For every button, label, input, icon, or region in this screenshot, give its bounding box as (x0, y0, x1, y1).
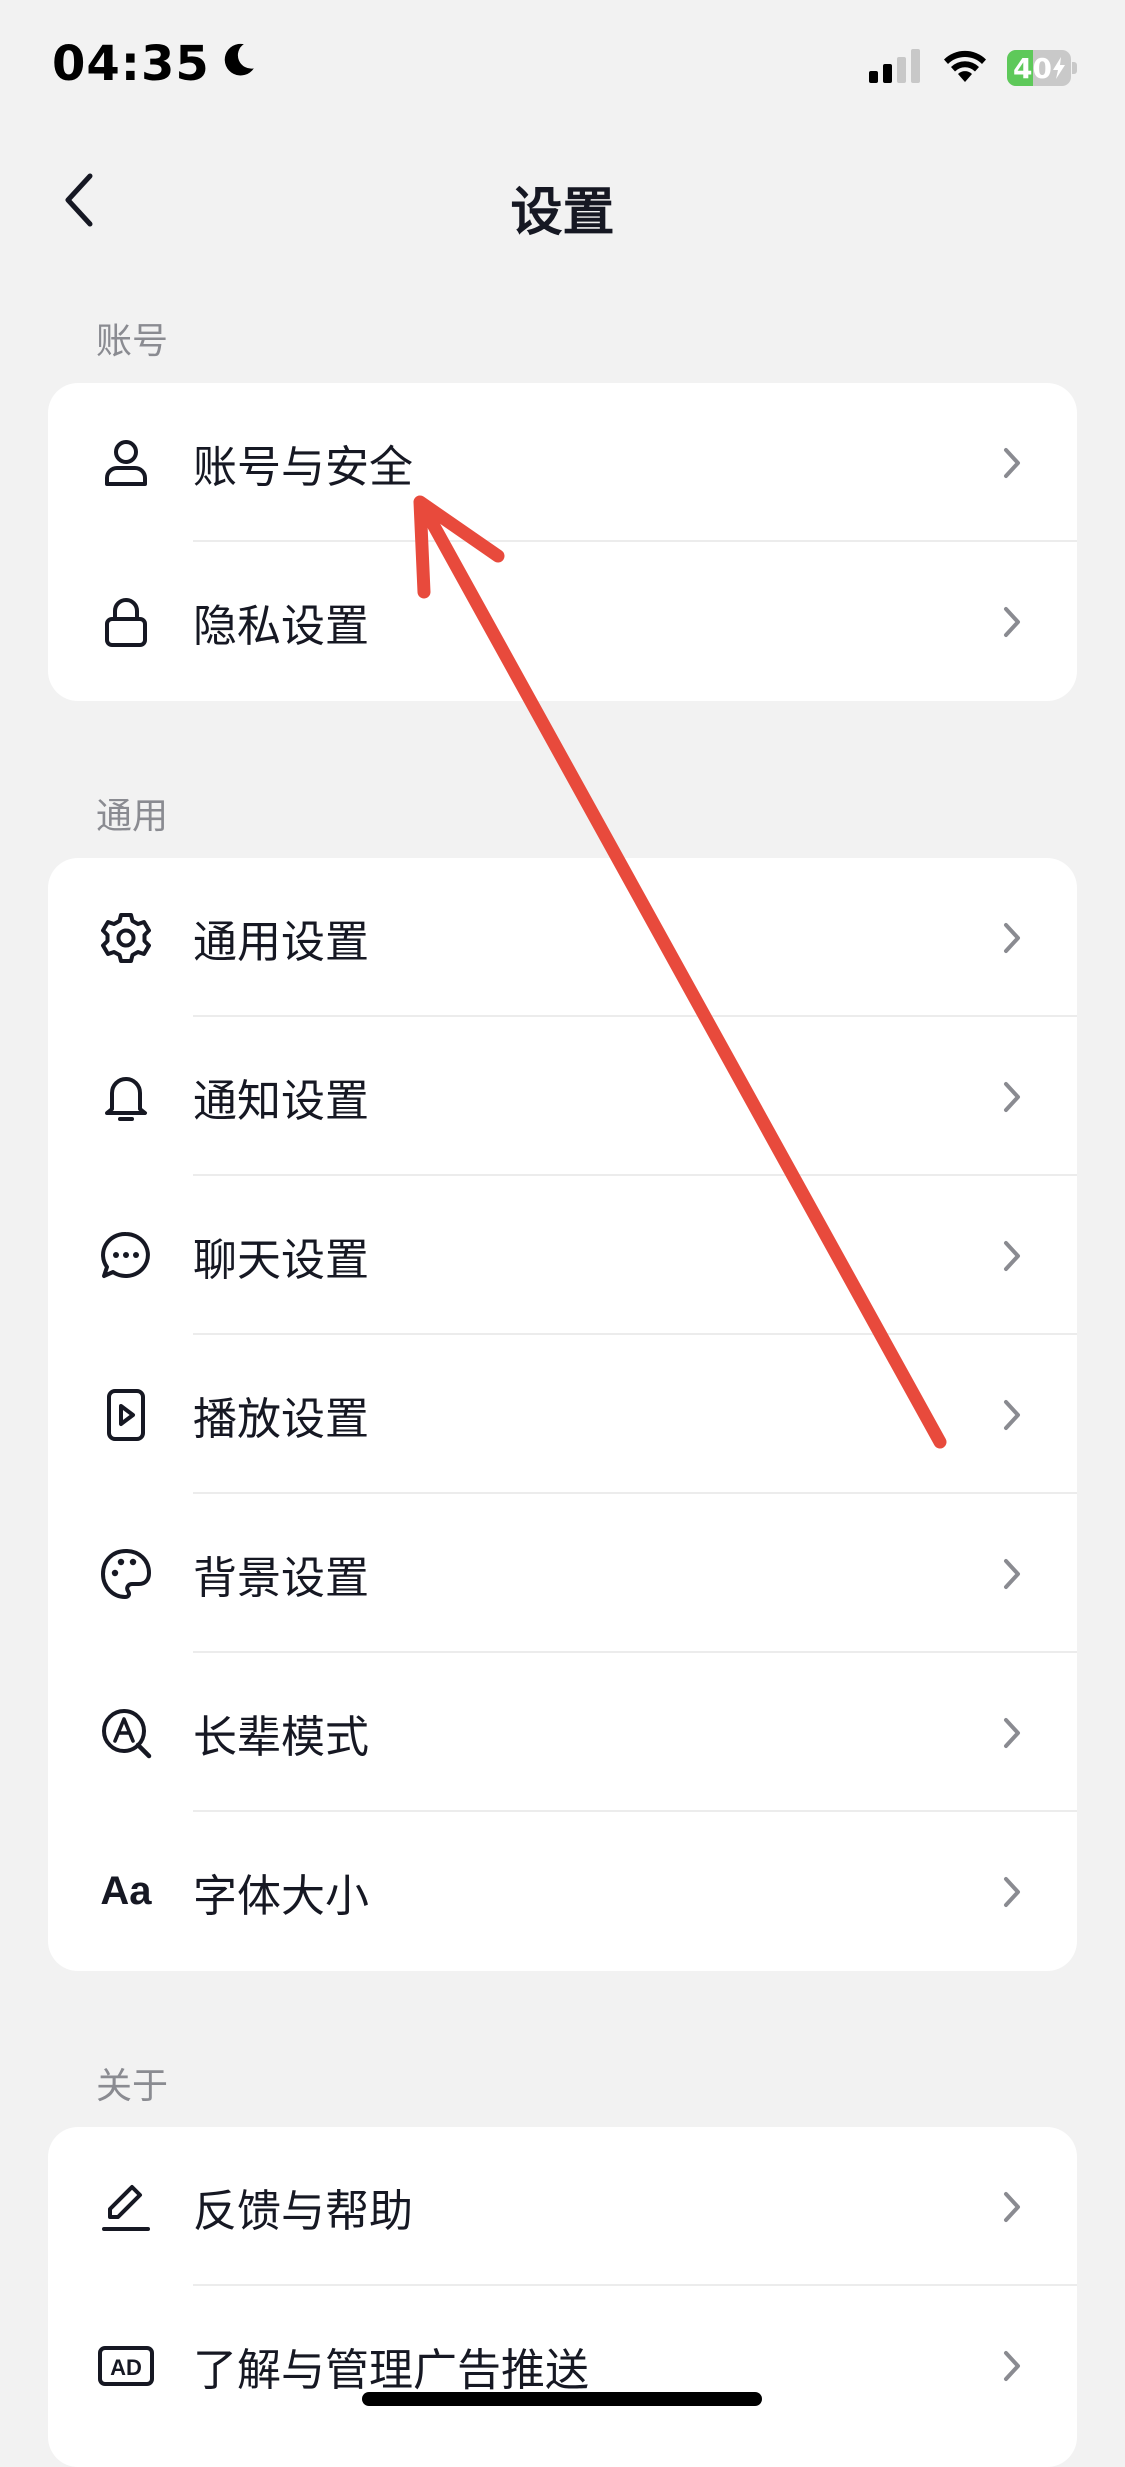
status-time: 04:35 (52, 36, 258, 92)
font-size-icon: Aa (98, 1864, 154, 1920)
ad-icon-text: AD (110, 2355, 142, 2380)
cellular-signal-icon (869, 49, 923, 87)
row-label-privacy-settings: 隐私设置 (193, 600, 369, 652)
chevron-right-icon (997, 602, 1027, 642)
chevron-right-icon (997, 2346, 1027, 2386)
status-time-text: 04:35 (52, 36, 210, 92)
row-label-playback-settings: 播放设置 (193, 1393, 369, 1445)
user-icon (98, 435, 154, 491)
row-label-notification-settings: 通知设置 (193, 1075, 369, 1127)
row-elder-mode[interactable]: 长辈模式 (48, 1653, 1077, 1812)
home-indicator[interactable] (362, 2392, 762, 2406)
row-label-elder-mode: 长辈模式 (193, 1711, 369, 1763)
card-general: 通用设置 通知设置 聊天设置 播放设置 背景设置 长辈模式 Aa 字体大小 (48, 858, 1077, 1971)
battery-level: 40 (1007, 50, 1071, 86)
section-label-general: 通用 (96, 796, 169, 837)
chevron-right-icon (997, 443, 1027, 483)
row-privacy-settings[interactable]: 隐私设置 (48, 542, 1077, 701)
palette-icon (98, 1546, 154, 1602)
nav-bar: 设置 (0, 140, 1125, 260)
chevron-right-icon (997, 1554, 1027, 1594)
pencil-icon (98, 2179, 154, 2235)
row-label-ad-management: 了解与管理广告推送 (193, 2344, 589, 2396)
chevron-right-icon (997, 1713, 1027, 1753)
chevron-right-icon (997, 1077, 1027, 1117)
row-chat-settings[interactable]: 聊天设置 (48, 1176, 1077, 1335)
row-label-background-settings: 背景设置 (193, 1552, 369, 1604)
row-label-feedback-help: 反馈与帮助 (193, 2185, 413, 2237)
font-size-icon-text: Aa (100, 1869, 152, 1913)
bolt-icon (1052, 57, 1065, 79)
card-about: 反馈与帮助 AD 了解与管理广告推送 (48, 2127, 1077, 2467)
row-ad-management[interactable]: AD 了解与管理广告推送 (48, 2286, 1077, 2445)
wifi-icon (941, 48, 989, 88)
section-label-about: 关于 (96, 2066, 169, 2107)
elder-mode-icon (98, 1705, 154, 1761)
row-label-font-size: 字体大小 (193, 1870, 369, 1922)
battery-charging-icon: 40 (1007, 50, 1077, 86)
page-title: 设置 (510, 183, 615, 243)
bell-icon (98, 1069, 154, 1125)
row-background-settings[interactable]: 背景设置 (48, 1494, 1077, 1653)
row-font-size[interactable]: Aa 字体大小 (48, 1812, 1077, 1971)
moon-icon (218, 36, 258, 92)
lock-icon (98, 594, 154, 650)
chevron-right-icon (997, 918, 1027, 958)
chevron-right-icon (997, 2187, 1027, 2227)
play-icon (98, 1387, 154, 1443)
row-playback-settings[interactable]: 播放设置 (48, 1335, 1077, 1494)
row-feedback-help[interactable]: 反馈与帮助 (48, 2127, 1077, 2286)
gear-icon (98, 910, 154, 966)
row-notification-settings[interactable]: 通知设置 (48, 1017, 1077, 1176)
chevron-right-icon (997, 1872, 1027, 1912)
card-account: 账号与安全 隐私设置 (48, 383, 1077, 701)
status-bar: 04:35 40 (0, 0, 1125, 140)
chevron-right-icon (997, 1395, 1027, 1435)
ad-icon: AD (98, 2338, 154, 2394)
status-indicators: 40 (869, 48, 1077, 88)
row-label-general-settings: 通用设置 (193, 916, 369, 968)
battery-level-text: 40 (1013, 51, 1052, 85)
row-general-settings[interactable]: 通用设置 (48, 858, 1077, 1017)
row-label-chat-settings: 聊天设置 (193, 1234, 369, 1286)
battery-cap (1072, 62, 1077, 74)
chevron-right-icon (997, 1236, 1027, 1276)
row-account-security[interactable]: 账号与安全 (48, 383, 1077, 542)
row-label-account-security: 账号与安全 (193, 441, 413, 493)
chat-bubble-icon (98, 1228, 154, 1284)
section-label-account: 账号 (96, 321, 169, 362)
